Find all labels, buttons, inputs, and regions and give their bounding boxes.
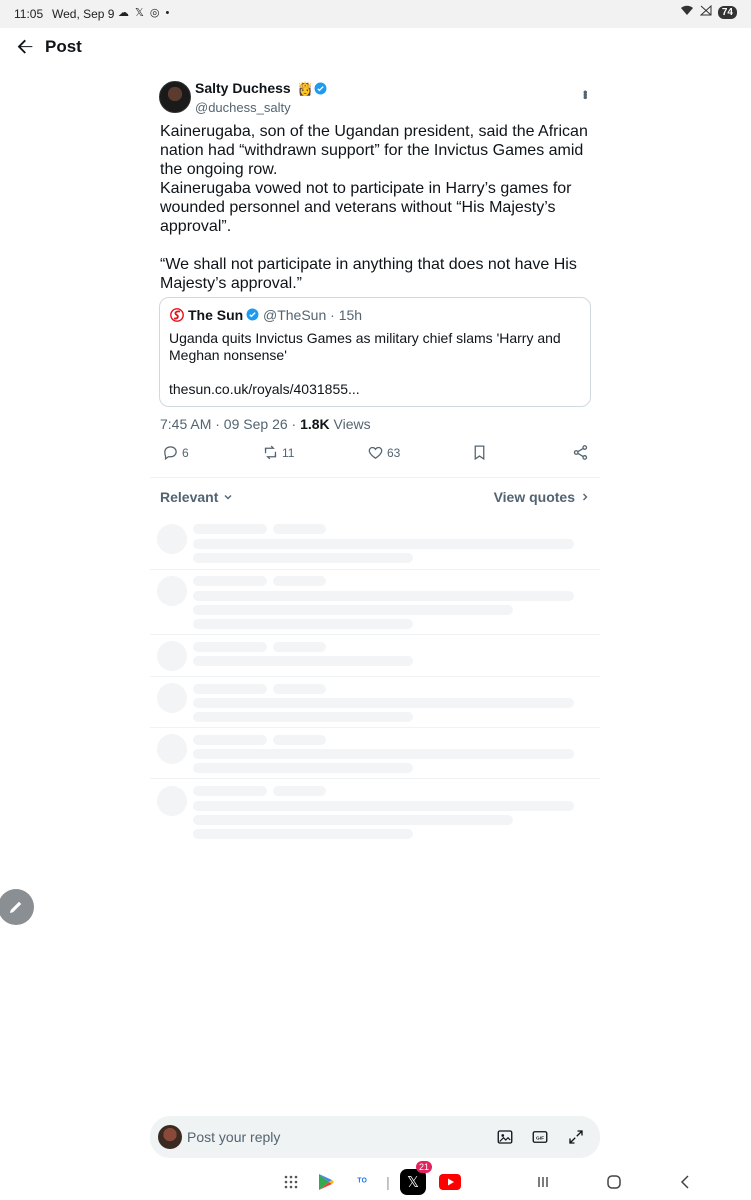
verified-badge-icon <box>246 308 259 321</box>
youtube-icon[interactable] <box>438 1170 462 1194</box>
recent-apps-icon[interactable] <box>531 1170 555 1194</box>
expand-icon[interactable] <box>567 1128 585 1146</box>
sun-logo-icon <box>170 308 184 322</box>
quote-card[interactable]: The Sun @TheSun · 15h Uganda quits Invic… <box>159 297 591 407</box>
views-label: Views <box>329 416 371 432</box>
like-button[interactable]: 63 <box>367 444 400 461</box>
repost-button[interactable]: 11 <box>262 444 294 461</box>
compose-button[interactable] <box>0 889 34 925</box>
author-handle[interactable]: @duchess_salty <box>195 100 291 115</box>
dot-icon: • <box>165 6 170 19</box>
relevant-label: Relevant <box>160 489 219 505</box>
cloud-icon: ☁ <box>118 7 129 19</box>
back-arrow-icon[interactable] <box>14 36 36 58</box>
page-title: Post <box>45 37 82 56</box>
share-icon <box>573 445 588 460</box>
divider <box>150 634 600 635</box>
like-count: 63 <box>387 445 401 460</box>
quote-author-handle: @TheSun · 15h <box>263 307 363 323</box>
x-app-icon[interactable]: 𝕏 21 <box>400 1161 432 1195</box>
svg-text:GIF: GIF <box>536 1135 544 1141</box>
crown-emoji: 👸 <box>297 81 314 96</box>
reply-composer[interactable]: Post your reply GIF <box>150 1116 600 1158</box>
more-options-icon[interactable]: ••• <box>578 90 593 98</box>
no-signal-icon <box>699 4 712 19</box>
chevron-right-icon <box>583 493 588 501</box>
x-app-icon: 𝕏 <box>135 7 144 19</box>
author-name[interactable]: Salty Duchess <box>195 80 291 96</box>
relevant-dropdown[interactable]: Relevant <box>160 489 233 505</box>
divider <box>150 569 600 570</box>
notification-badge: 21 <box>415 1161 432 1173</box>
share-button[interactable] <box>572 444 589 461</box>
status-time: 11:05 <box>14 7 44 21</box>
chevron-down-icon <box>224 495 232 500</box>
repost-count: 11 <box>282 445 295 460</box>
reply-sort-row: Relevant View quotes <box>150 486 600 510</box>
tweet-meta: 7:45 AM · 09 Sep 26 · 1.8K Views <box>160 416 371 432</box>
app-header: Post <box>0 28 751 66</box>
avatar[interactable] <box>159 81 191 113</box>
view-quotes-link[interactable]: View quotes <box>494 489 590 505</box>
bookmark-button[interactable] <box>471 444 488 461</box>
battery-indicator: 74 <box>717 5 737 19</box>
divider <box>150 477 600 478</box>
avatar <box>158 1125 182 1149</box>
divider <box>150 727 600 728</box>
system-taskbar: ᵀᴼ | 𝕏 21 <box>0 1161 751 1200</box>
views-count: 1.8K <box>300 416 330 432</box>
quote-author-name: The Sun <box>188 307 244 323</box>
quote-text: Uganda quits Invictus Games as military … <box>169 330 561 363</box>
reply-count: 6 <box>182 445 189 460</box>
image-icon[interactable] <box>496 1128 514 1146</box>
view-quotes-label: View quotes <box>493 489 575 505</box>
nav-back-icon[interactable] <box>673 1170 697 1194</box>
translate-app-icon[interactable]: ᵀᴼ <box>350 1170 374 1194</box>
divider <box>150 676 600 677</box>
divider <box>150 778 600 779</box>
verified-badge-icon <box>314 82 327 95</box>
tweet-timestamp[interactable]: 7:45 AM · 09 Sep 26 · <box>160 416 300 432</box>
wifi-icon <box>680 5 694 19</box>
heart-icon <box>368 446 383 459</box>
tweet-text: Kainerugaba, son of the Ugandan presiden… <box>160 123 588 292</box>
pencil-icon <box>10 901 22 913</box>
app-drawer-icon[interactable] <box>279 1170 303 1194</box>
chrome-icon: ◎ <box>149 7 160 19</box>
status-bar: 11:05 Wed, Sep 9 ☁ 𝕏 ◎ • 74 <box>0 0 751 28</box>
reply-icon <box>164 446 177 461</box>
tweet-actions: 6 11 63 <box>150 444 600 470</box>
taskbar-divider: | <box>386 1174 390 1190</box>
repost-icon <box>264 445 277 460</box>
play-store-icon[interactable] <box>314 1170 338 1194</box>
quote-link[interactable]: thesun.co.uk/royals/4031855... <box>169 381 360 397</box>
gif-icon[interactable]: GIF <box>531 1128 549 1146</box>
home-icon[interactable] <box>602 1170 626 1194</box>
reply-input[interactable]: Post your reply <box>187 1129 280 1145</box>
reply-button[interactable]: 6 <box>162 444 189 461</box>
bookmark-icon <box>474 445 485 461</box>
status-date: Wed, Sep 9 <box>52 7 115 21</box>
